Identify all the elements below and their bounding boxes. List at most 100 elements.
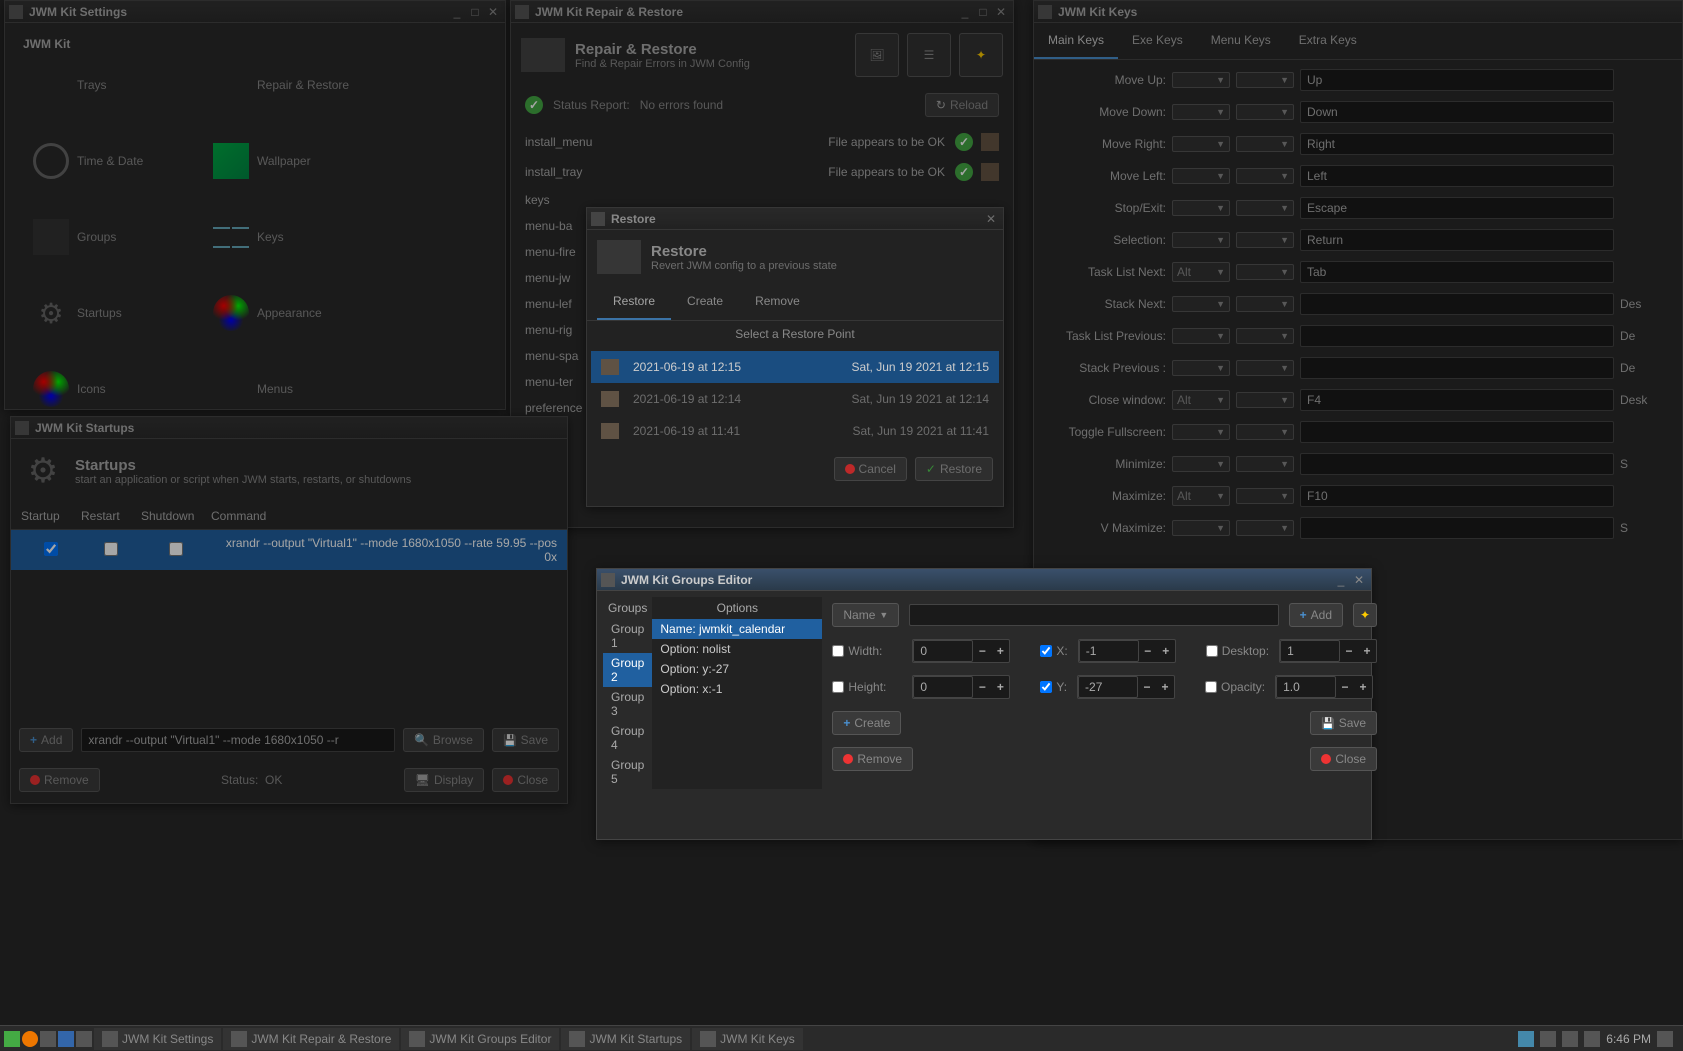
tray-icon[interactable] <box>1540 1031 1556 1047</box>
minimize-button[interactable]: _ <box>449 5 465 19</box>
decrement-button[interactable]: − <box>1336 680 1354 694</box>
create-button[interactable]: +Create <box>832 711 901 735</box>
item-wallpaper[interactable]: Wallpaper <box>213 143 353 179</box>
key-input[interactable] <box>1300 389 1614 411</box>
edit-icon[interactable] <box>981 163 999 181</box>
titlebar[interactable]: Restore ✕ <box>587 208 1003 230</box>
option-item[interactable]: Name: jwmkit_calendar <box>652 619 822 639</box>
mod1-select[interactable]: ▼ <box>1172 520 1230 536</box>
increment-button[interactable]: + <box>1358 644 1376 658</box>
list-button[interactable]: ☰ <box>907 33 951 77</box>
key-input[interactable] <box>1300 517 1614 539</box>
titlebar[interactable]: JWM Kit Repair & Restore _□✕ <box>511 1 1013 23</box>
mod2-select[interactable]: ▼ <box>1236 328 1294 344</box>
mod1-select[interactable]: ▼ <box>1172 456 1230 472</box>
increment-button[interactable]: + <box>1156 680 1174 694</box>
key-input[interactable] <box>1300 325 1614 347</box>
close-button[interactable]: Close <box>492 768 559 792</box>
key-input[interactable] <box>1300 485 1614 507</box>
shutdown-checkbox[interactable] <box>169 542 183 556</box>
close-button[interactable]: ✕ <box>993 5 1009 19</box>
tab-exe[interactable]: Exe Keys <box>1118 23 1197 59</box>
titlebar[interactable]: JWM Kit Settings _ □ ✕ <box>5 1 505 23</box>
mod1-select[interactable]: ▼ <box>1172 168 1230 184</box>
key-input[interactable] <box>1300 293 1614 315</box>
tab-restore[interactable]: Restore <box>597 284 671 320</box>
group-item[interactable]: Group 4 <box>603 721 652 755</box>
mod1-select[interactable]: ▼ <box>1172 296 1230 312</box>
mod2-select[interactable]: ▼ <box>1236 168 1294 184</box>
option-item[interactable]: Option: x:-1 <box>652 679 822 699</box>
mod1-select[interactable]: ▼ <box>1172 424 1230 440</box>
startup-checkbox[interactable] <box>44 542 58 556</box>
desktop-input[interactable] <box>1280 640 1340 662</box>
mod1-select[interactable]: ▼ <box>1172 232 1230 248</box>
name-input[interactable] <box>909 604 1278 626</box>
mod2-select[interactable]: ▼ <box>1236 360 1294 376</box>
desktop-checkbox[interactable] <box>1206 645 1218 657</box>
decrement-button[interactable]: − <box>1138 680 1156 694</box>
group-item[interactable]: Group 3 <box>603 687 652 721</box>
col-startup[interactable]: Startup <box>21 509 81 523</box>
maximize-button[interactable]: □ <box>467 5 483 19</box>
restore-point[interactable]: 2021-06-19 at 11:41Sat, Jun 19 2021 at 1… <box>591 415 999 447</box>
taskbar-task[interactable]: JWM Kit Repair & Restore <box>223 1028 399 1050</box>
key-input[interactable] <box>1300 421 1614 443</box>
tab-extra[interactable]: Extra Keys <box>1285 23 1371 59</box>
restore-button[interactable]: ✓Restore <box>915 457 993 481</box>
mod1-select[interactable]: ▼ <box>1172 200 1230 216</box>
mod1-select[interactable]: ▼ <box>1172 360 1230 376</box>
tray-icon[interactable] <box>1657 1031 1673 1047</box>
tab-menu[interactable]: Menu Keys <box>1197 23 1285 59</box>
firefox-icon[interactable] <box>22 1031 38 1047</box>
key-input[interactable] <box>1300 261 1614 283</box>
col-restart[interactable]: Restart <box>81 509 141 523</box>
group-item[interactable]: Group 1 <box>603 619 652 653</box>
decrement-button[interactable]: − <box>1139 644 1157 658</box>
image-button[interactable]: 🖼 <box>855 33 899 77</box>
mod2-select[interactable]: ▼ <box>1236 488 1294 504</box>
item-trays[interactable]: Trays <box>33 67 173 103</box>
tab-create[interactable]: Create <box>671 284 739 320</box>
group-item[interactable]: Group 5 <box>603 755 652 789</box>
taskbar-task[interactable]: JWM Kit Groups Editor <box>401 1028 559 1050</box>
item-menus[interactable]: Menus <box>213 371 353 407</box>
key-input[interactable] <box>1300 133 1614 155</box>
edit-icon[interactable] <box>981 133 999 151</box>
height-checkbox[interactable] <box>832 681 844 693</box>
mod2-select[interactable]: ▼ <box>1236 424 1294 440</box>
opacity-input[interactable] <box>1276 676 1336 698</box>
tab-remove[interactable]: Remove <box>739 284 816 320</box>
terminal-icon[interactable] <box>40 1031 56 1047</box>
mod1-select[interactable]: ▼ <box>1172 328 1230 344</box>
mod2-select[interactable]: ▼ <box>1236 456 1294 472</box>
item-keys[interactable]: Keys <box>213 219 353 255</box>
tray-icon[interactable] <box>1584 1031 1600 1047</box>
y-input[interactable] <box>1078 676 1138 698</box>
col-command[interactable]: Command <box>211 509 266 523</box>
minimize-button[interactable]: _ <box>957 5 973 19</box>
taskbar-task[interactable]: JWM Kit Startups <box>561 1028 690 1050</box>
maximize-button[interactable]: □ <box>975 5 991 19</box>
item-appearance[interactable]: Appearance <box>213 295 353 331</box>
key-input[interactable] <box>1300 197 1614 219</box>
titlebar[interactable]: JWM Kit Startups <box>11 417 567 439</box>
key-input[interactable] <box>1300 453 1614 475</box>
key-input[interactable] <box>1300 165 1614 187</box>
mod1-select[interactable]: ▼ <box>1172 136 1230 152</box>
cancel-button[interactable]: Cancel <box>834 457 907 481</box>
increment-button[interactable]: + <box>1354 680 1372 694</box>
close-button[interactable]: ✕ <box>485 5 501 19</box>
mod1-select[interactable]: ▼ <box>1172 72 1230 88</box>
item-repair[interactable]: Repair & Restore <box>213 67 353 103</box>
star-button[interactable]: ✦ <box>959 33 1003 77</box>
col-shutdown[interactable]: Shutdown <box>141 509 211 523</box>
clock[interactable]: 6:46 PM <box>1606 1032 1651 1046</box>
mod2-select[interactable]: ▼ <box>1236 232 1294 248</box>
titlebar[interactable]: JWM Kit Keys <box>1034 1 1682 23</box>
restore-point[interactable]: 2021-06-19 at 12:15Sat, Jun 19 2021 at 1… <box>591 351 999 383</box>
key-input[interactable] <box>1300 229 1614 251</box>
start-icon[interactable] <box>4 1031 20 1047</box>
display-button[interactable]: 🖥Display <box>404 768 485 792</box>
mod2-select[interactable]: ▼ <box>1236 72 1294 88</box>
